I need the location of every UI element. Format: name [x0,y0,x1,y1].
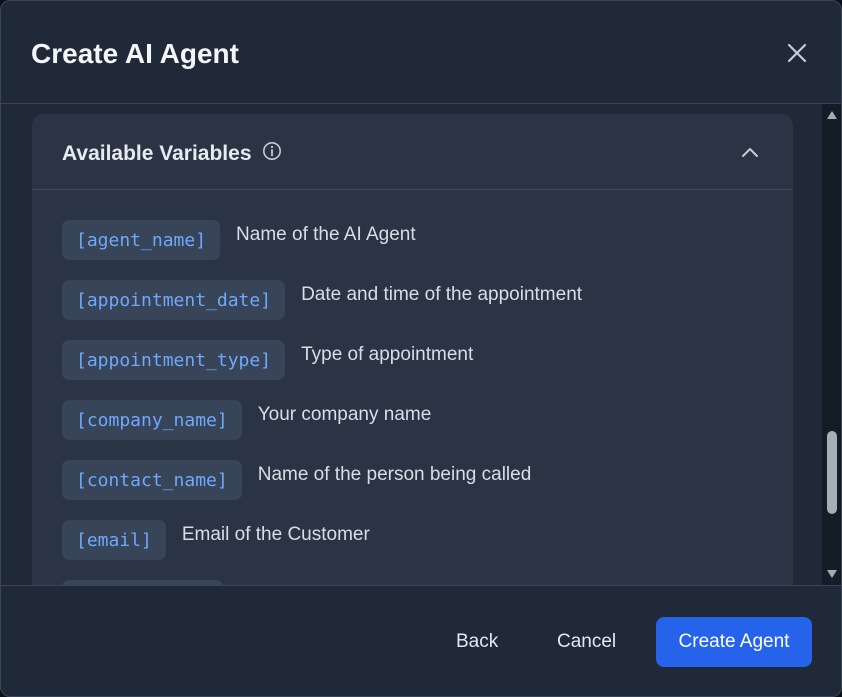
chevron-up-icon [742,148,758,157]
panel-header[interactable]: Available Variables [32,114,793,190]
variable-description: Date and time of the appointment [301,284,583,305]
variable-row: [agent_name] Name of the AI Agent [62,220,416,260]
modal-body: Available Variables [agent_name] Name of… [1,104,841,585]
variable-row: [company_name] Your company name [62,400,431,440]
variable-description: Name of the person being called [257,464,532,485]
variable-description: Name of the AI Agent [236,224,416,245]
variable-token-contact-name[interactable]: [contact_name] [62,460,242,500]
modal-footer: Back Cancel Create Agent [1,585,841,696]
scroll-down-arrow-icon[interactable] [826,569,838,579]
modal-title: Create AI Agent [31,38,239,69]
close-icon [787,43,807,63]
info-icon[interactable] [262,141,282,161]
variable-token-company-name[interactable]: [company_name] [62,400,242,440]
create-agent-modal: Create AI Agent Available Variables [age… [0,0,842,697]
collapse-button[interactable] [738,140,762,164]
close-button[interactable] [783,39,811,67]
variable-token-agent-name[interactable]: [agent_name] [62,220,221,260]
variable-description: Your company name [257,404,432,425]
scroll-thumb[interactable] [827,431,837,514]
scrollbar[interactable] [822,104,841,585]
back-button[interactable]: Back [456,620,498,664]
available-variables-panel: Available Variables [agent_name] Name of… [32,114,793,585]
variable-description: Email of the Customer [181,524,370,545]
variable-row: [email] Email of the Customer [62,520,370,560]
variable-token-appointment-date[interactable]: [appointment_date] [62,280,286,320]
panel-title: Available Variables [62,142,252,165]
variable-token-appointment-type[interactable]: [appointment_type] [62,340,286,380]
cancel-button[interactable]: Cancel [557,620,616,664]
create-agent-button[interactable]: Create Agent [656,617,812,667]
scroll-up-arrow-icon[interactable] [826,110,838,120]
variable-token-email[interactable]: [email] [62,520,166,560]
modal-header: Create AI Agent [1,1,841,104]
variable-row: [appointment_date] Date and time of the … [62,280,582,320]
variable-row: [contact_name] Name of the person being … [62,460,531,500]
variable-description: Type of appointment [301,344,474,365]
variable-row: [appointment_type] Type of appointment [62,340,473,380]
